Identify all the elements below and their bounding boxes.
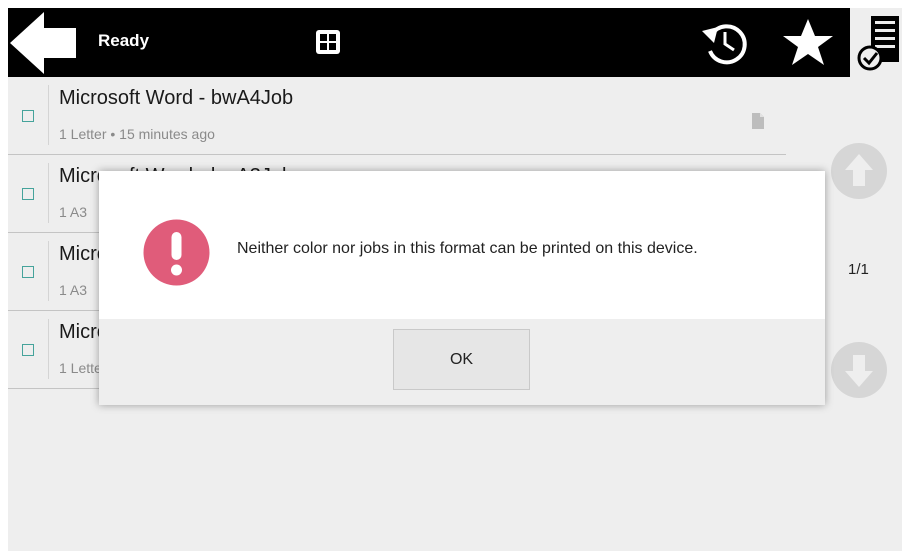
divider [48, 163, 49, 223]
favorites-button[interactable] [780, 17, 836, 69]
grid-icon [316, 30, 340, 54]
star-icon [783, 19, 833, 65]
job-checkbox[interactable] [22, 110, 34, 122]
job-checkbox[interactable] [22, 266, 34, 278]
print-jobs-tab[interactable] [850, 8, 902, 77]
page-indicator: 1/1 [848, 261, 869, 278]
scroll-down-button[interactable] [830, 341, 888, 399]
back-button[interactable] [8, 8, 88, 77]
divider [48, 319, 49, 379]
divider [48, 241, 49, 301]
grid-view-button[interactable] [313, 27, 343, 57]
job-checkbox[interactable] [22, 344, 34, 356]
exclamation-icon [143, 219, 210, 286]
history-icon [702, 24, 747, 65]
dialog-footer: OK [99, 319, 825, 405]
print-jobs-icon [857, 16, 899, 71]
divider [48, 85, 49, 145]
job-meta: 1 A3 [59, 282, 88, 298]
screen: Ready Microsoft Word - bwA4Job 1 Letter … [8, 8, 902, 551]
history-button[interactable] [698, 18, 750, 68]
ok-button[interactable]: OK [393, 329, 530, 390]
back-arrow-icon [10, 12, 76, 74]
document-icon [752, 113, 764, 129]
job-meta: 1 Letter • 15 minutes ago [59, 126, 215, 142]
arrow-down-icon [831, 342, 887, 398]
top-bar: Ready [8, 8, 902, 77]
arrow-up-icon [831, 143, 887, 199]
job-title: Microsoft Word - bwA4Job [59, 87, 294, 109]
alert-dialog: Neither color nor jobs in this format ca… [99, 171, 825, 405]
status-label: Ready [98, 31, 150, 50]
scroll-up-button[interactable] [830, 142, 888, 200]
job-checkbox[interactable] [22, 188, 34, 200]
dialog-message: Neither color nor jobs in this format ca… [237, 240, 698, 257]
job-row[interactable]: Microsoft Word - bwA4Job 1 Letter • 15 m… [8, 77, 786, 155]
job-meta: 1 A3 [59, 204, 88, 220]
